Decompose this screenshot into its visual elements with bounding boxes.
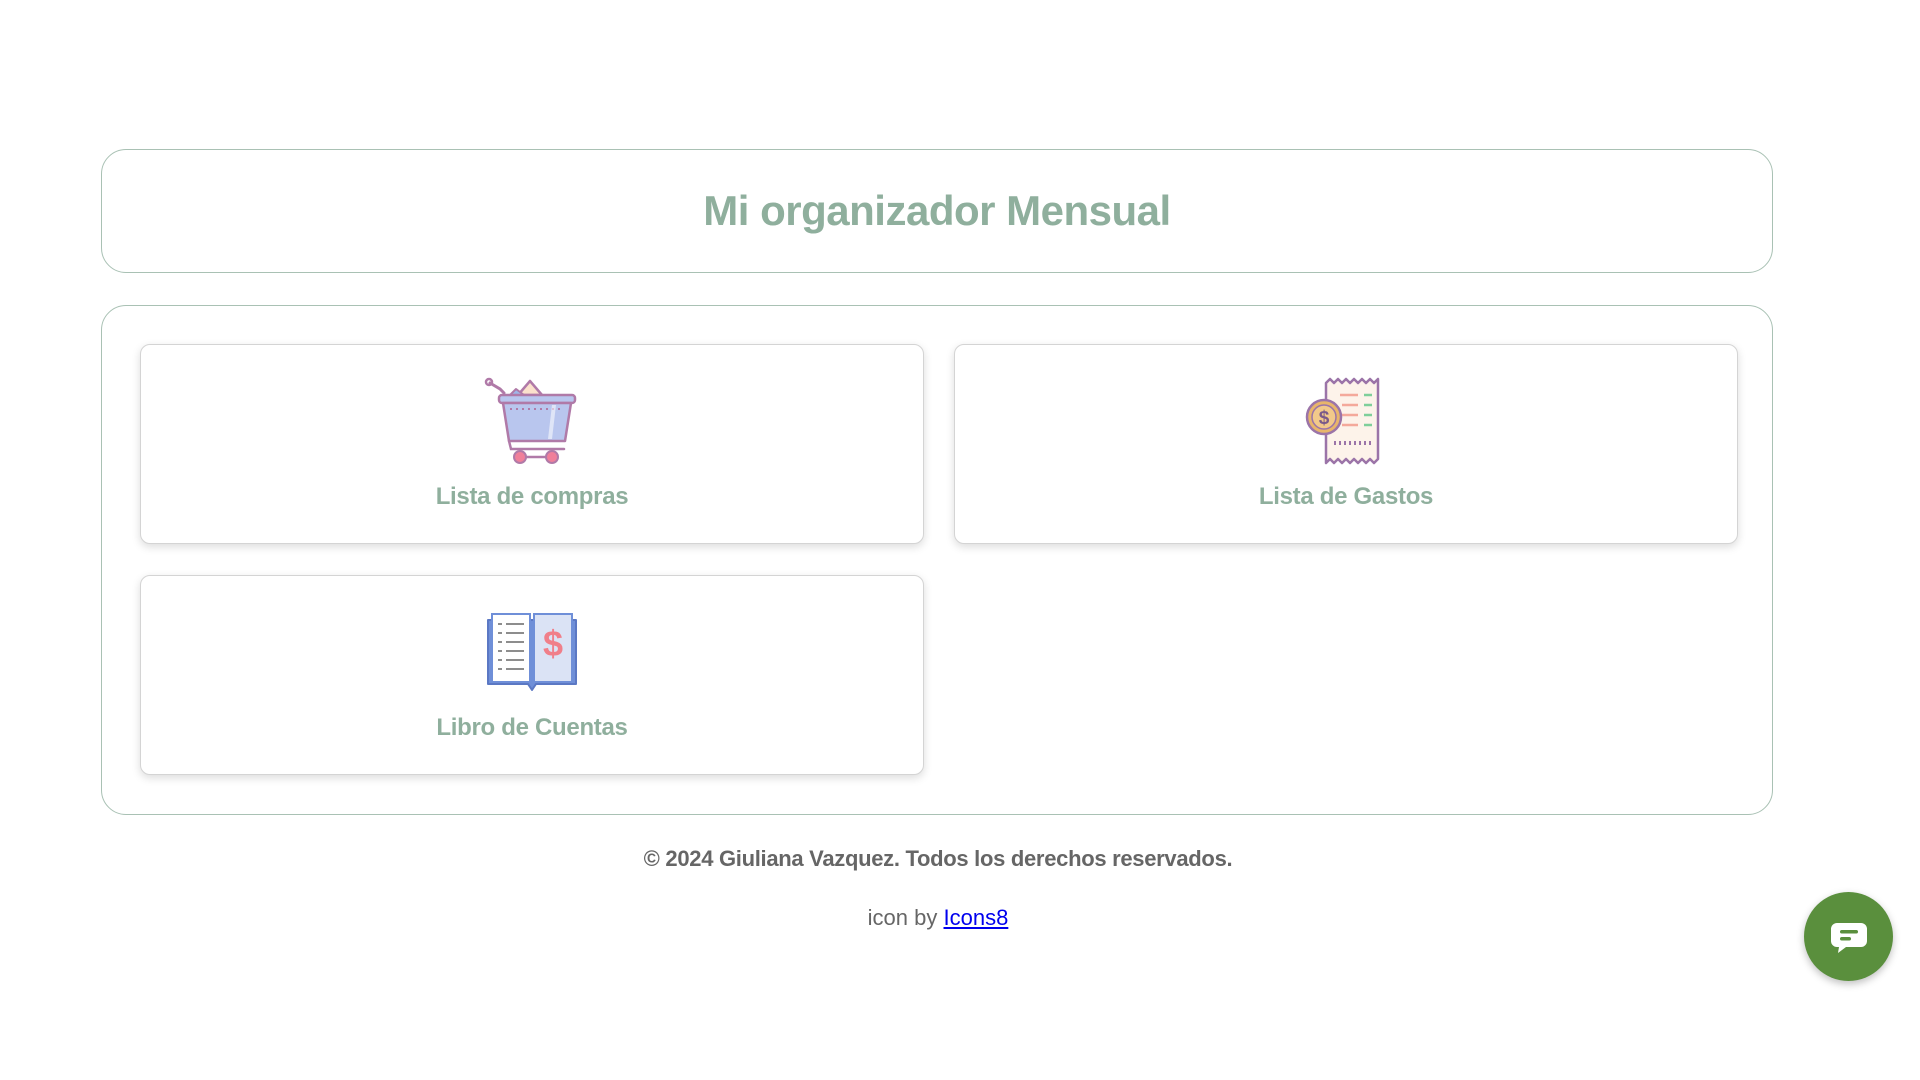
menu-container: Lista de compras $ Lista de Gastos $ Lib… <box>101 305 1773 815</box>
page: Mi organizador Mensual Lista de compras … <box>0 0 1920 1080</box>
card-lista-de-gastos[interactable]: $ Lista de Gastos <box>954 344 1738 544</box>
card-lista-de-compras[interactable]: Lista de compras <box>140 344 924 544</box>
chat-button[interactable] <box>1804 892 1893 981</box>
card-label: Lista de compras <box>435 483 629 510</box>
icons8-link[interactable]: Icons8 <box>944 905 1009 930</box>
credit-prefix: icon by <box>867 905 938 930</box>
footer-credit: icon by Icons8 <box>0 905 1876 931</box>
svg-text:$: $ <box>543 623 563 664</box>
footer-copyright: © 2024 Giuliana Vazquez. Todos los derec… <box>643 846 1233 871</box>
chat-icon <box>1829 917 1869 957</box>
page-title: Mi organizador Mensual <box>703 187 1171 234</box>
shopping-cart-icon <box>482 375 582 467</box>
svg-text:$: $ <box>1319 408 1330 429</box>
account-book-icon: $ <box>482 606 582 698</box>
card-label: Libro de Cuentas <box>436 714 628 741</box>
card-label: Lista de Gastos <box>1258 483 1434 510</box>
card-libro-de-cuentas[interactable]: $ Libro de Cuentas <box>140 575 924 775</box>
header-box: Mi organizador Mensual <box>101 149 1773 273</box>
receipt-icon: $ <box>1296 375 1396 467</box>
